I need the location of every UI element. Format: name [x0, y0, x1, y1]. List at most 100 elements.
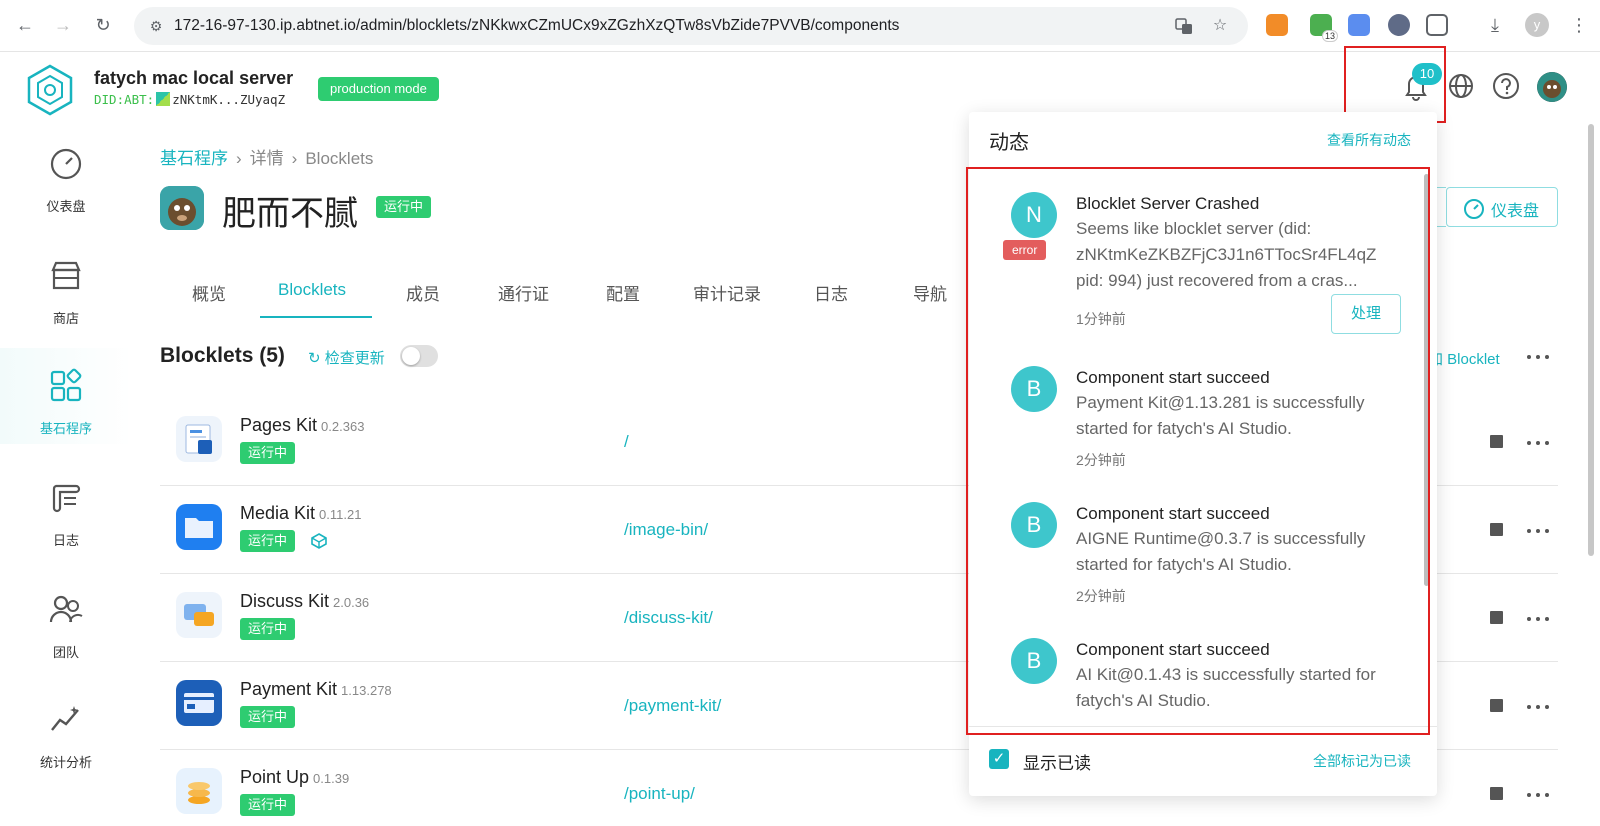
media-kit-icon: [176, 504, 222, 550]
server-did[interactable]: DID:ABT: zNKtmK...ZUyaqZ: [94, 92, 285, 107]
forward-icon[interactable]: →: [50, 12, 76, 38]
tab-navigation[interactable]: 导航: [913, 280, 947, 305]
did-value: zNKtmK...ZUyaqZ: [172, 92, 286, 107]
notification-avatar: B: [1011, 366, 1057, 412]
component-cube-icon[interactable]: [310, 532, 328, 550]
tab-blocklets[interactable]: Blocklets: [278, 280, 346, 300]
breadcrumb-detail[interactable]: 详情: [250, 149, 284, 168]
more-icon[interactable]: [1527, 526, 1551, 536]
more-icon[interactable]: [1527, 614, 1551, 624]
show-read-checkbox[interactable]: ✓: [989, 749, 1009, 769]
check-update-button[interactable]: ↻ 检查更新: [308, 347, 385, 368]
blocklet-path-link[interactable]: /image-bin/: [624, 520, 708, 540]
status-badge: 运行中: [240, 530, 296, 552]
breadcrumb-root-link[interactable]: 基石程序: [160, 149, 228, 168]
blocklet-name: Payment Kit 1.13.278: [240, 679, 392, 700]
check-extension-icon[interactable]: [1388, 14, 1410, 36]
stop-icon[interactable]: [1490, 523, 1503, 536]
reload-icon[interactable]: ↻: [90, 12, 116, 38]
download-icon[interactable]: ⤓: [1482, 12, 1508, 38]
sidebar-item-store[interactable]: 商店: [0, 238, 132, 334]
notification-scrollbar[interactable]: [1424, 174, 1429, 586]
notification-count-badge: 10: [1412, 63, 1442, 85]
store-icon: [48, 258, 84, 294]
app-logo-icon[interactable]: [24, 64, 76, 116]
blocklet-name: Pages Kit 0.2.363: [240, 415, 364, 436]
notification-avatar: N: [1011, 192, 1057, 238]
blocklet-path-link[interactable]: /discuss-kit/: [624, 608, 713, 628]
more-icon[interactable]: [1527, 438, 1551, 448]
blocklet-title: Point Up: [240, 767, 310, 787]
notification-title: Blocklet Server Crashed: [1076, 194, 1260, 213]
mark-all-read-link[interactable]: 全部标记为已读: [1313, 751, 1411, 771]
point-up-icon: [176, 768, 222, 814]
user-avatar[interactable]: [1537, 72, 1567, 102]
url-text[interactable]: 172-16-97-130.ip.abtnet.io/admin/blockle…: [174, 17, 899, 35]
blocklet-title: Discuss Kit: [240, 591, 330, 611]
tab-config[interactable]: 配置: [606, 280, 640, 305]
more-icon[interactable]: [1527, 790, 1551, 800]
sidebar-item-analytics[interactable]: 统计分析: [0, 682, 132, 778]
notification-item[interactable]: B Component start succeed AIGNE Runtime@…: [969, 484, 1419, 614]
tab-members[interactable]: 成员: [406, 280, 440, 305]
sidebar-item-logs[interactable]: 日志: [0, 460, 132, 556]
sidebar-item-team[interactable]: 团队: [0, 572, 132, 668]
tab-audit-log[interactable]: 审计记录: [693, 280, 761, 305]
blocklet-version: 0.11.21: [319, 507, 362, 522]
status-badge: 运行中: [240, 442, 296, 464]
notification-item[interactable]: B Component start succeed Payment Kit@1.…: [969, 346, 1419, 476]
extensions-puzzle-icon[interactable]: [1426, 14, 1448, 36]
browser-menu-icon[interactable]: ⋮: [1566, 12, 1592, 38]
notification-avatar: B: [1011, 638, 1057, 684]
notification-time: 1分钟前: [1076, 311, 1126, 327]
tab-passport[interactable]: 通行证: [498, 280, 549, 305]
blocklet-version: 0.1.39: [313, 771, 350, 786]
sidebar-item-label: 商店: [52, 311, 79, 326]
metamask-extension-icon[interactable]: [1266, 14, 1288, 36]
stop-icon[interactable]: [1490, 435, 1503, 448]
blocklet-title: Payment Kit: [240, 679, 338, 699]
discuss-kit-icon: [176, 592, 222, 638]
extension-icon[interactable]: 13: [1310, 14, 1338, 42]
tab-overview[interactable]: 概览: [192, 280, 226, 305]
notification-item[interactable]: N error Blocklet Server Crashed Seems li…: [969, 168, 1419, 338]
globe-icon[interactable]: [1445, 70, 1477, 102]
sidebar-item-label: 团队: [52, 645, 79, 660]
active-tab-indicator: [260, 316, 372, 318]
analytics-icon: [48, 702, 84, 738]
more-icon[interactable]: [1527, 352, 1551, 362]
tab-logs[interactable]: 日志: [814, 280, 848, 305]
show-read-label[interactable]: 显示已读: [1023, 749, 1091, 774]
handle-button[interactable]: 处理: [1331, 294, 1401, 334]
view-all-notifications-link[interactable]: 查看所有动态: [1327, 130, 1411, 150]
blocklet-path-link[interactable]: /point-up/: [624, 784, 695, 804]
blocklet-path-link[interactable]: /: [624, 432, 629, 452]
site-settings-icon[interactable]: ⚙: [146, 16, 166, 36]
app-avatar: [160, 186, 204, 230]
extension-icon[interactable]: [1348, 14, 1370, 36]
stop-icon[interactable]: [1490, 787, 1503, 800]
stop-icon[interactable]: [1490, 611, 1503, 624]
more-icon[interactable]: [1527, 702, 1551, 712]
dashboard-button[interactable]: 仪表盘: [1446, 187, 1558, 227]
translate-icon[interactable]: [1174, 16, 1194, 36]
check-update-label: 检查更新: [324, 350, 385, 367]
notification-body: Payment Kit@1.13.281 is successfully sta…: [1076, 393, 1365, 438]
sidebar-item-blocklets[interactable]: 基石程序: [0, 348, 132, 444]
sidebar-item-dashboard[interactable]: 仪表盘: [0, 126, 132, 222]
dashboard-icon: [48, 146, 84, 182]
add-blocklet-button[interactable]: 加 Blocklet: [1428, 348, 1500, 369]
sidebar-item-label: 仪表盘: [46, 199, 86, 214]
address-bar[interactable]: ⚙ 172-16-97-130.ip.abtnet.io/admin/block…: [134, 7, 1248, 45]
payment-kit-icon: [176, 680, 222, 726]
blocklets-icon: [48, 368, 84, 404]
back-icon[interactable]: ←: [12, 12, 38, 38]
auto-update-toggle[interactable]: [400, 345, 438, 367]
help-icon[interactable]: [1490, 70, 1522, 102]
blocklet-path-link[interactable]: /payment-kit/: [624, 696, 721, 716]
bookmark-star-icon[interactable]: ☆: [1210, 16, 1230, 36]
stop-icon[interactable]: [1490, 699, 1503, 712]
page-scrollbar[interactable]: [1588, 124, 1594, 556]
sidebar-item-label: 日志: [52, 533, 79, 548]
profile-avatar[interactable]: y: [1525, 13, 1549, 37]
